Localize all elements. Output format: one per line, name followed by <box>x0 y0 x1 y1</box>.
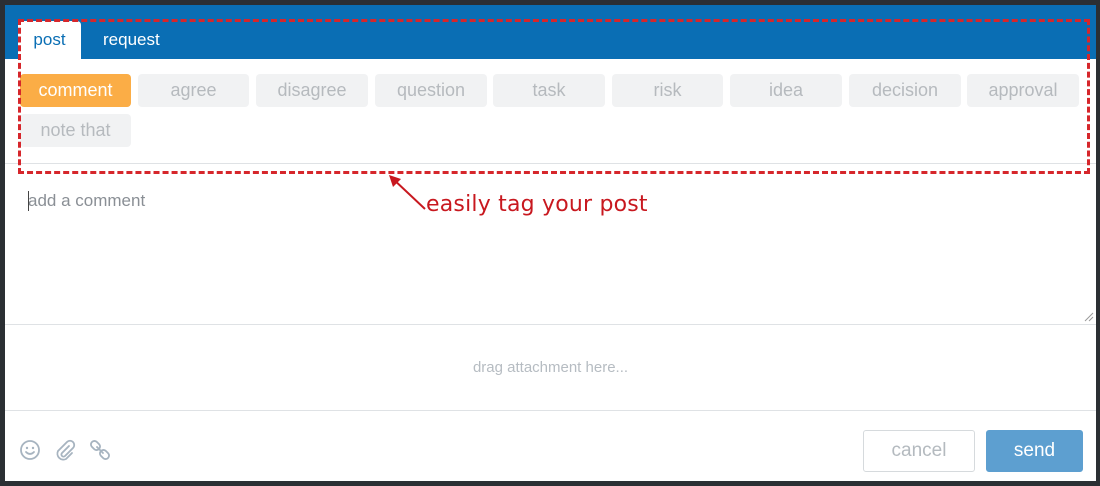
tag-disagree[interactable]: disagree <box>256 74 368 107</box>
tag-note-that[interactable]: note that <box>20 114 131 147</box>
tag-idea[interactable]: idea <box>730 74 842 107</box>
tag-question[interactable]: question <box>375 74 487 107</box>
tag-task[interactable]: task <box>493 74 605 107</box>
paperclip-icon[interactable] <box>53 438 77 462</box>
tag-decision[interactable]: decision <box>849 74 961 107</box>
tab-post[interactable]: post <box>18 21 81 59</box>
annotation-arrow-icon <box>389 175 426 210</box>
attachment-dropzone[interactable]: drag attachment here... <box>5 325 1096 410</box>
comment-placeholder: add a comment <box>28 191 146 210</box>
send-button[interactable]: send <box>986 430 1083 472</box>
post-composer: post request comment agree disagree ques… <box>5 5 1096 481</box>
cancel-button[interactable]: cancel <box>863 430 975 472</box>
tag-selector: comment agree disagree question task ris… <box>5 59 1096 163</box>
tag-risk[interactable]: risk <box>612 74 723 107</box>
link-icon[interactable] <box>88 438 112 462</box>
tag-approval[interactable]: approval <box>967 74 1079 107</box>
composer-footer: cancel send <box>5 411 1096 481</box>
smiley-icon[interactable] <box>18 438 42 462</box>
tag-comment[interactable]: comment <box>20 74 131 107</box>
resize-grip-icon[interactable] <box>1084 312 1094 322</box>
tab-bar: post request <box>5 5 1096 59</box>
tab-request[interactable]: request <box>103 21 160 59</box>
annotation-text: easily tag your post <box>426 192 648 217</box>
comment-textarea[interactable]: add a comment <box>5 164 1096 324</box>
tag-agree[interactable]: agree <box>138 74 249 107</box>
text-caret <box>28 191 29 211</box>
